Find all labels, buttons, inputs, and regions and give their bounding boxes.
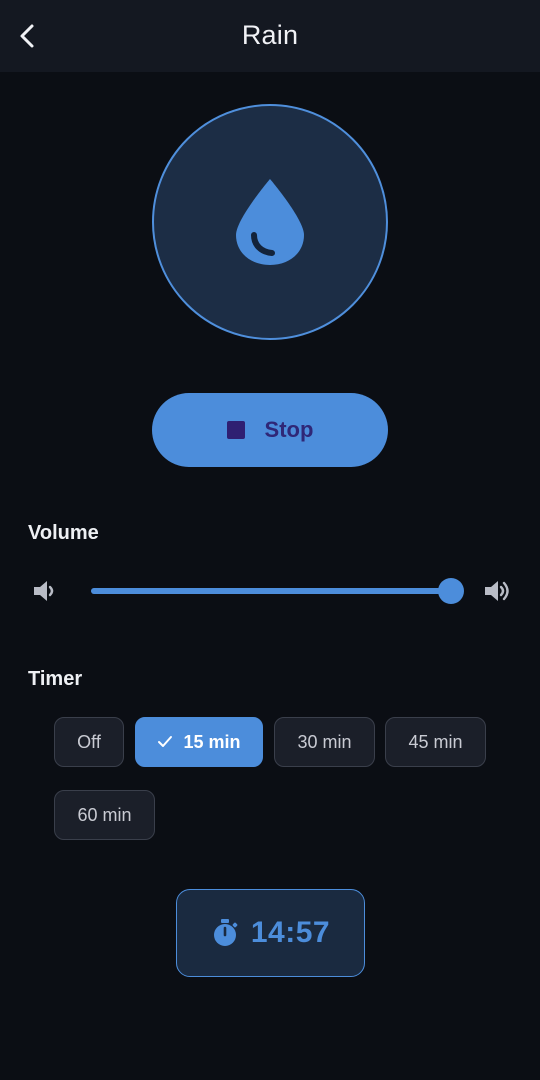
app-screen: Rain Stop Volume Timer Off 15 min 30 min… [0,0,540,1080]
volume-slider[interactable] [91,578,464,604]
volume-high-icon [485,581,509,601]
stop-button-label: Stop [264,417,314,442]
timer-option-15-min[interactable]: 15 min [135,717,263,767]
timer-option-label: 45 min [408,731,463,752]
timer-option-60-min[interactable]: 60 min [54,790,155,840]
volume-slider-fill [91,588,451,594]
timer-remaining: 14:57 [250,916,331,949]
timer-option-off[interactable]: Off [54,717,124,767]
water-drop-icon [236,179,304,265]
timer-label: Timer [28,668,83,690]
timer-option-label: 30 min [297,731,352,752]
check-icon [158,736,173,747]
stop-icon [226,421,245,439]
app-bar: Rain [0,0,540,72]
timer-option-45-min[interactable]: 45 min [385,717,486,767]
sound-artwork [152,104,388,340]
timer-option-label: 15 min [183,731,241,752]
timer-option-30-min[interactable]: 30 min [274,717,375,767]
volume-label: Volume [28,522,99,544]
stop-button[interactable]: Stop [152,393,388,467]
volume-slider-thumb[interactable] [438,578,464,604]
timer-option-label: Off [77,731,101,752]
timer-option-label: 60 min [77,804,132,825]
timer-countdown: 14:57 [176,889,365,977]
volume-low-icon [34,581,54,601]
page-title: Rain [241,20,299,50]
stopwatch-icon [213,919,238,946]
